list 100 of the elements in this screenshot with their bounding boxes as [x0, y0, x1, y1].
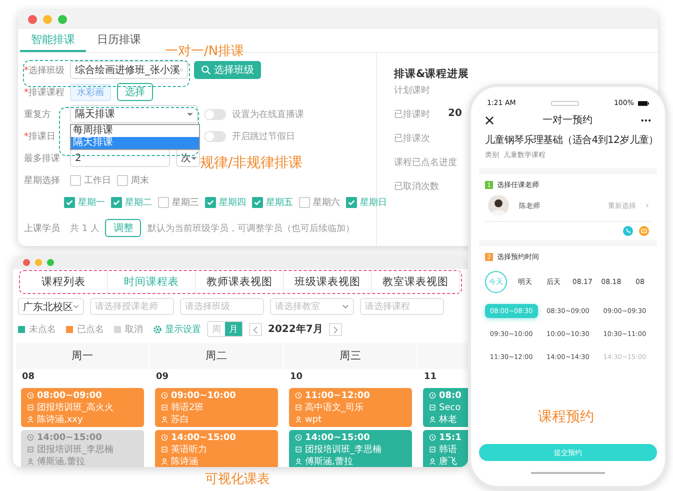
- lesson-class: 高中语文_司乐: [305, 402, 364, 414]
- stat-label: 已排课次: [394, 132, 430, 145]
- view-toggle[interactable]: 月: [225, 322, 242, 336]
- day-header: 周一: [16, 343, 149, 369]
- caption: 课程预约: [538, 408, 594, 426]
- close-button[interactable]: [28, 15, 37, 24]
- select-class-button[interactable]: 选择班级: [194, 61, 261, 79]
- class-search-field[interactable]: 综合绘画进修班_张小溪: [70, 61, 188, 79]
- checkbox-label: 星期三: [172, 196, 199, 208]
- filter-field[interactable]: 请选择课程: [360, 298, 444, 315]
- checkbox-label: 周末: [131, 174, 149, 186]
- lesson-class: 团报培训班_李思楠: [37, 444, 114, 456]
- adjust-button[interactable]: 调整: [105, 219, 142, 237]
- lesson-card[interactable]: 11:00~12:00 高中语文_司乐 wpt: [289, 388, 412, 427]
- close-button[interactable]: [23, 259, 30, 266]
- lesson-people: 傅斯涵,蕾拉: [37, 456, 85, 467]
- previous-button[interactable]: [249, 322, 262, 336]
- filter-field[interactable]: 请选择班级: [180, 298, 264, 315]
- class-icon: [27, 404, 34, 411]
- date-number: 11: [423, 372, 438, 384]
- lesson-class: 韩语: [439, 444, 457, 456]
- checkbox-label: 工作日: [84, 174, 111, 186]
- dropdown-option[interactable]: 每周排课: [71, 125, 199, 137]
- lesson-time: 09:00~10:00: [171, 390, 236, 400]
- lesson-card[interactable]: 15:1 韩语 唐飞: [423, 430, 468, 467]
- lesson-people: 陈诗涵: [171, 456, 198, 467]
- day-header: 周二: [150, 343, 283, 369]
- filter-select[interactable]: 广东北校区: [18, 298, 84, 315]
- checkbox[interactable]: [117, 174, 128, 186]
- lesson-card[interactable]: 14:00~15:00 团报培训班_李思楠 傅斯涵,蕾拉: [289, 430, 412, 467]
- lesson-card[interactable]: 14:00~15:00 英语听力 陈诗涵: [155, 430, 278, 467]
- tab[interactable]: 日历排课: [86, 29, 152, 52]
- lesson-class: Seco: [439, 402, 461, 412]
- checkbox[interactable]: [158, 196, 169, 208]
- legend-label: 已点名: [77, 324, 104, 336]
- toggle-switch[interactable]: [204, 108, 226, 120]
- lesson-time: 08:0: [439, 390, 462, 400]
- stat-label: 已排课时: [394, 108, 430, 121]
- chat-icon[interactable]: [639, 226, 649, 236]
- field-label: *排课课程: [24, 86, 64, 98]
- next-button[interactable]: [328, 322, 342, 336]
- lesson-card[interactable]: 08:0 Seco 林老: [423, 388, 468, 427]
- chevron-icon: ›: [646, 201, 649, 210]
- stat-label: 课程已点名进度: [394, 156, 457, 169]
- lesson-card[interactable]: 09:00~10:00 韩语2班 苏白: [155, 388, 278, 427]
- lesson-card[interactable]: 14:00~15:00 团报培训班_李思楠 傅斯涵,蕾拉: [21, 430, 144, 467]
- date-number: 08: [21, 372, 36, 384]
- checkbox[interactable]: [205, 196, 216, 208]
- caption: 规律/非规律排课: [200, 154, 303, 172]
- clock-icon: [295, 392, 302, 399]
- field-label: 最多排课: [24, 152, 61, 164]
- display-settings-button[interactable]: 显示设置: [153, 322, 201, 336]
- filter-field[interactable]: 请选择授课老师: [90, 298, 174, 315]
- lesson-people: 林老: [439, 414, 457, 426]
- dropdown-option[interactable]: 隔天排课: [71, 137, 199, 149]
- checkbox[interactable]: [70, 174, 81, 186]
- minimize-button[interactable]: [35, 259, 42, 266]
- person-icon: [161, 416, 168, 423]
- close-icon[interactable]: [485, 116, 494, 124]
- day-header: 周三: [284, 343, 417, 369]
- clock-icon: [161, 392, 168, 399]
- tab[interactable]: 课程列表: [20, 271, 108, 293]
- more-icon[interactable]: [641, 118, 651, 122]
- checkbox[interactable]: [111, 196, 122, 208]
- tab[interactable]: 智能排课: [20, 29, 86, 52]
- count-field[interactable]: 2: [70, 149, 170, 167]
- class-icon: [429, 446, 436, 453]
- tab[interactable]: 班级课表视图: [284, 271, 372, 293]
- screen-title: 一对一预约: [542, 114, 592, 127]
- checkbox[interactable]: [299, 196, 310, 208]
- person-icon: [429, 416, 436, 423]
- lesson-class: 英语听力: [171, 444, 207, 456]
- lesson-card[interactable]: 08:00~09:00 团报培训班_高火火 陈诗涵,xxy: [21, 388, 144, 427]
- tab[interactable]: 教室课表视图: [372, 271, 460, 293]
- month-label: 2022年7月: [268, 322, 323, 336]
- lesson-time: 14:00~15:00: [37, 432, 102, 442]
- legend-label: 取消: [125, 324, 143, 336]
- checkbox-label: 星期六: [313, 196, 340, 208]
- field-label: *选择班级: [24, 64, 64, 76]
- phone-icon[interactable]: [623, 226, 633, 236]
- checkbox[interactable]: [346, 196, 357, 208]
- clock-icon: [161, 434, 168, 441]
- filter-select[interactable]: 请选择教室: [270, 298, 354, 315]
- toggle-switch[interactable]: [204, 130, 226, 142]
- avatar: [488, 195, 509, 216]
- date-number: 10: [289, 372, 304, 384]
- tab[interactable]: 时间课程表: [108, 271, 196, 293]
- checkbox-label: 星期四: [219, 196, 246, 208]
- person-icon: [27, 458, 34, 465]
- minimize-button[interactable]: [43, 15, 52, 24]
- checkbox[interactable]: [64, 196, 75, 208]
- maximize-button[interactable]: [58, 15, 67, 24]
- checkbox-label: 星期二: [125, 196, 152, 208]
- tab[interactable]: 教师课表视图: [196, 271, 284, 293]
- caption: 一对一/N排课: [165, 43, 244, 60]
- choose-button[interactable]: 选择: [117, 83, 153, 101]
- clock-icon: [295, 434, 302, 441]
- checkbox[interactable]: [252, 196, 263, 208]
- panel-title: 排课&课程进展: [394, 67, 470, 81]
- maximize-button[interactable]: [47, 259, 54, 266]
